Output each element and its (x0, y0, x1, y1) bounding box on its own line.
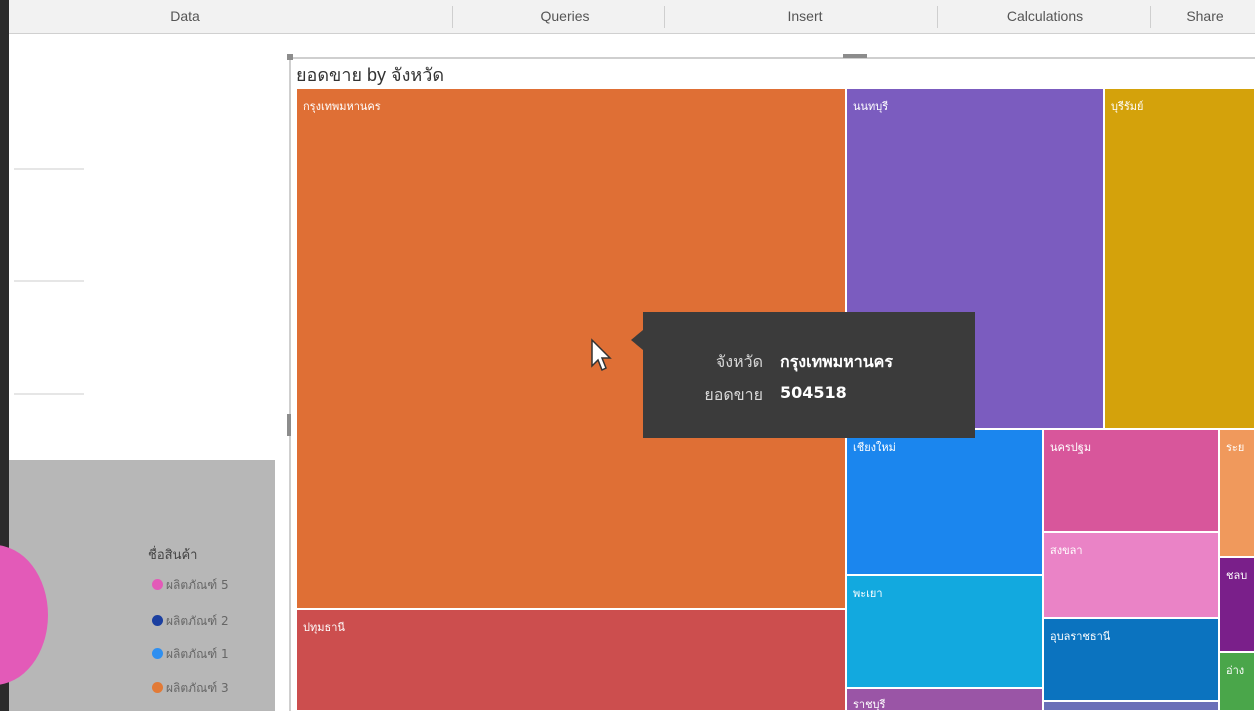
tooltip: จังหวัด กรุงเทพมหานคร ยอดขาย 504518 (631, 312, 975, 438)
treemap-tile-phayao[interactable]: พะเยา (846, 575, 1043, 688)
treemap-tile-pathumthani[interactable]: ปทุมธานี (296, 609, 846, 711)
legend-dot-icon (152, 682, 163, 693)
mouse-cursor-icon (591, 338, 612, 372)
visual-frame-left (289, 57, 291, 711)
legend-item-label: ผลิตภัณฑ์ 3 (166, 681, 229, 695)
resize-handle[interactable] (287, 54, 293, 60)
ribbon-separator (664, 6, 665, 28)
legend-item-label: ผลิตภัณฑ์ 5 (166, 578, 229, 592)
tab-data[interactable]: Data (60, 0, 310, 33)
ghost-gridline (14, 393, 84, 395)
treemap-tile-songkhla[interactable]: สงขลา (1043, 532, 1219, 618)
tab-queries[interactable]: Queries (480, 0, 650, 33)
treemap-tile-buriram[interactable]: บุรีรัมย์ (1104, 88, 1255, 429)
tile-label: บุรีรัมย์ (1111, 100, 1144, 113)
resize-handle[interactable] (287, 414, 291, 436)
ribbon: Data Queries Insert Calculations Share (0, 0, 1255, 34)
legend-dot-icon (152, 615, 163, 626)
tile-label: พะเยา (853, 587, 883, 600)
legend-item[interactable]: ผลิตภัณฑ์ 5 (152, 576, 229, 595)
ghost-gridline (14, 168, 84, 170)
pie-chart-visual[interactable] (9, 460, 275, 711)
treemap-tile[interactable] (1043, 701, 1219, 711)
legend-dot-icon (152, 648, 163, 659)
ribbon-separator (452, 6, 453, 28)
resize-handle[interactable] (843, 54, 867, 58)
treemap-tile-ratchaburi[interactable]: ราชบุรี (846, 688, 1043, 711)
tile-label: ชลบ (1226, 569, 1248, 582)
tile-label: ระย (1226, 441, 1245, 454)
legend-item[interactable]: ผลิตภัณฑ์ 2 (152, 612, 229, 631)
legend-item[interactable]: ผลิตภัณฑ์ 1 (152, 645, 229, 664)
tile-label: อ่าง (1226, 664, 1245, 677)
visual-frame-top (289, 57, 1255, 59)
tooltip-value: กรุงเทพมหานคร (780, 352, 893, 371)
legend-title: ชื่อสินค้า (148, 548, 198, 563)
legend-item-label: ผลิตภัณฑ์ 1 (166, 647, 229, 661)
tile-label: ราชบุรี (853, 698, 886, 711)
ribbon-separator (1150, 6, 1151, 28)
treemap-tile-chiangmai[interactable]: เชียงใหม่ (846, 429, 1043, 575)
visual-title: ยอดขาย by จังหวัด (296, 65, 445, 85)
legend-item-label: ผลิตภัณฑ์ 2 (166, 614, 229, 628)
treemap-tile-ubonratchathani[interactable]: อุบลราชธานี (1043, 618, 1219, 701)
treemap-tile-rayong[interactable]: ระย (1219, 429, 1255, 557)
legend-item[interactable]: ผลิตภัณฑ์ 3 (152, 679, 229, 698)
treemap-tile-chonburi[interactable]: ชลบ (1219, 557, 1255, 652)
tile-label: ปทุมธานี (303, 621, 345, 634)
tooltip-value: 504518 (780, 383, 847, 402)
tab-calculations[interactable]: Calculations (970, 0, 1120, 33)
treemap-tile-nakhonpathom[interactable]: นครปฐม (1043, 429, 1219, 532)
tile-label: สงขลา (1050, 544, 1083, 557)
tooltip-key: จังหวัด (715, 352, 763, 371)
tab-insert[interactable]: Insert (740, 0, 870, 33)
tile-label: กรุงเทพมหานคร (303, 100, 381, 113)
tooltip-key: ยอดขาย (704, 385, 763, 404)
tile-label: นครปฐม (1050, 441, 1092, 454)
ghost-gridline (14, 280, 84, 282)
tile-label: เชียงใหม่ (853, 441, 896, 454)
legend-dot-icon (152, 579, 163, 590)
treemap-tile-angthong[interactable]: อ่าง (1219, 652, 1255, 711)
ribbon-separator (937, 6, 938, 28)
tab-share[interactable]: Share (1165, 0, 1245, 33)
tile-label: นนทบุรี (853, 100, 889, 113)
tile-label: อุบลราชธานี (1050, 630, 1111, 643)
